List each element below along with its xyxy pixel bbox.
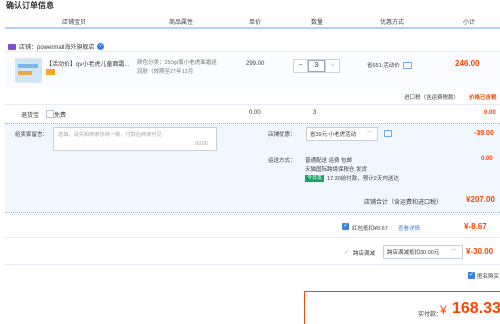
anonymous-label: 匿名购买 [477, 274, 500, 280]
chevron-down-icon: ﹀ [451, 249, 457, 255]
unit-price: 299.00 [246, 61, 265, 67]
store-total-label: 店铺合计（含运费和进口税） [364, 200, 443, 206]
return-insurance-checkbox[interactable] [46, 110, 54, 118]
col-subtotal: 小计 [463, 20, 476, 26]
column-header: 店铺宝贝 商品属性 单价 数量 优惠方式 小计 [0, 12, 500, 28]
gift-tag-icon [46, 69, 55, 75]
shop-row: 店铺：powermall海外旗舰店 ✓ [8, 42, 105, 51]
import-tax-label: 进口税（含运费税款） [404, 95, 460, 101]
shop-icon [8, 43, 16, 50]
product-attributes: 颜色分类：250g/瓶小老虎面霜送 润肤（效期至27年12月 [137, 60, 217, 75]
col-discount: 优惠方式 [380, 20, 405, 26]
decrease-button[interactable]: − [294, 60, 309, 72]
promo-info-icon[interactable] [402, 61, 412, 69]
return-insurance-subtotal: 0.00 [484, 110, 496, 116]
increase-button[interactable]: + [324, 60, 339, 72]
col-shop-items: 店铺宝贝 [62, 20, 87, 26]
return-insurance-free: 免费 [54, 113, 67, 119]
return-insurance-price: 0.00 [249, 110, 261, 116]
shipping-eta: 今日发 17:30前付款，预计2天内送达 [305, 174, 399, 182]
same-day-badge: 今日发 [305, 174, 325, 182]
return-insurance-qty: 3 [313, 110, 317, 116]
item-row [5, 51, 500, 90]
col-attributes: 商品属性 [169, 20, 194, 26]
divider [5, 214, 500, 215]
return-insurance-label: 退货宝 [21, 113, 40, 119]
payment-label: 实付款： [418, 312, 443, 318]
quantity-input[interactable]: 3 [308, 60, 325, 72]
quantity-stepper: − 3 + [293, 59, 340, 73]
cross-store-amount: ¥-30.00 [466, 247, 494, 256]
message-char-count: 0/200 [195, 141, 208, 147]
store-total-amount: ¥207.00 [466, 195, 495, 204]
payment-amount: 168.33 [452, 300, 500, 317]
chat-icon[interactable]: ✓ [97, 43, 105, 50]
item-promo-text: 省651:活动价 [367, 63, 400, 69]
payment-currency: ¥ [440, 303, 447, 317]
item-subtotal: 246.00 [455, 59, 480, 68]
store-discount-selected: 省39元:小老虎活动 [310, 132, 357, 138]
col-price: 单价 [249, 20, 262, 26]
discount-info-icon[interactable] [384, 130, 392, 137]
item-promo: 省651:活动价 [367, 61, 412, 69]
col-quantity: 数量 [311, 20, 324, 26]
cross-store-selected: 跨店满减抵扣30.00元 [387, 250, 440, 256]
shipping-method: 普通配送 运费 包邮 [305, 158, 353, 164]
cross-store-label: 跨店满减 [353, 251, 376, 257]
product-thumbnail[interactable] [15, 58, 42, 83]
import-tax-value: 价格已含税 [469, 95, 497, 101]
shipping-amount: 0.00 [481, 156, 493, 162]
anonymous-checkbox[interactable]: ✓ [468, 272, 475, 279]
message-placeholder: 选填，请先和商家协商一致，付款后商家可见 [58, 132, 162, 138]
shipping-label: 运送方式： [268, 158, 296, 164]
shipping-eta-text: 17:30前付款，预计2天内送达 [327, 176, 399, 182]
product-name[interactable]: 【活动价】qv小老虎儿童面霜... [46, 59, 134, 68]
store-discount-amount: -39.00 [474, 130, 494, 137]
redpacket-label: 红包抵扣¥8.67 [352, 226, 388, 232]
redpacket-amount: ¥-8.67 [464, 222, 487, 231]
store-discount-label: 店铺优惠： [268, 132, 296, 138]
shop-name[interactable]: 店铺：powermall海外旗舰店 [19, 42, 94, 51]
redpacket-checkbox[interactable]: ✓ [342, 223, 349, 230]
divider [5, 104, 500, 105]
divider [5, 264, 500, 265]
chevron-down-icon: ﹀ [367, 131, 373, 137]
header-divider [5, 27, 500, 29]
page-title: 确认订单信息 [6, 1, 54, 10]
redpacket-details-link[interactable]: 查看详情 [398, 224, 420, 232]
shipping-warehouse: 天猫国际跨境保税仓 发货 [305, 167, 368, 173]
message-label: 给卖家留言： [15, 132, 49, 138]
cross-store-check-icon[interactable]: ✓ [344, 249, 349, 256]
divider [5, 237, 500, 238]
